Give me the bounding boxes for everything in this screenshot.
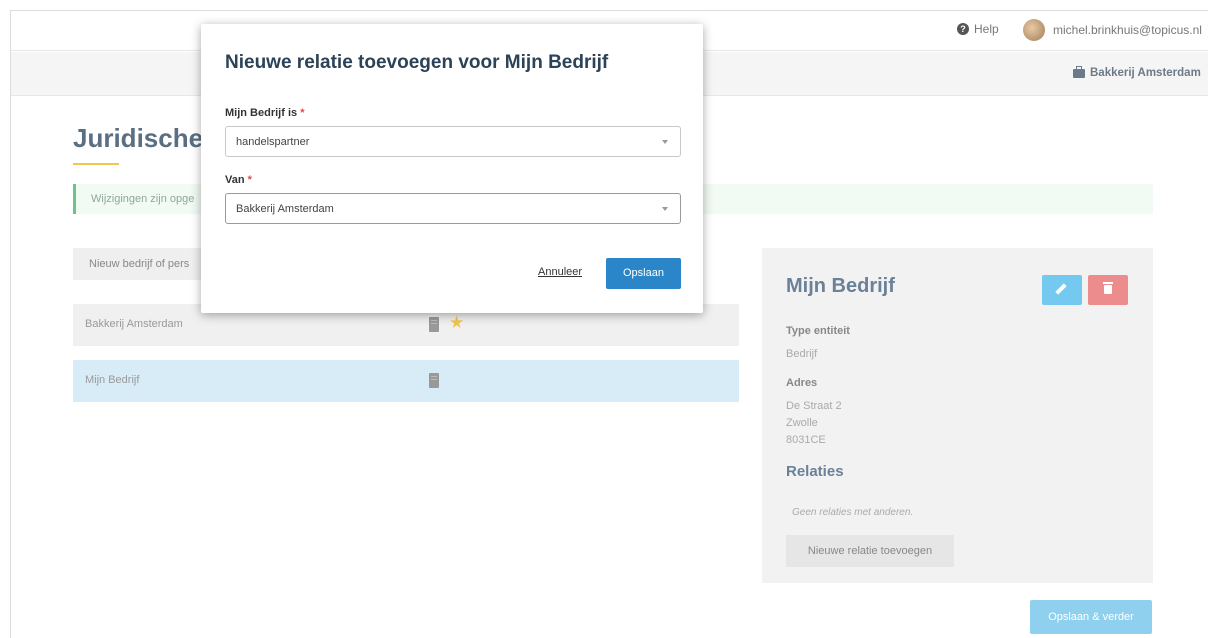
delete-button[interactable] (1088, 275, 1128, 305)
new-relation-button[interactable]: Nieuwe relatie toevoegen (786, 535, 954, 567)
cancel-link[interactable]: Annuleer (538, 266, 582, 278)
entity-name: Mijn Bedrijf (85, 374, 140, 386)
entity-row-mijn-bedrijf[interactable]: Mijn Bedrijf (73, 360, 739, 402)
from-entity-value: Bakkerij Amsterdam (236, 203, 334, 215)
entity-name: Bakkerij Amsterdam (85, 318, 183, 330)
building-icon (429, 373, 439, 388)
briefcase-icon (1073, 65, 1085, 78)
caret-down-icon (662, 140, 668, 144)
alert-text: Wijzigingen zijn opge (91, 193, 195, 205)
star-icon: ★ (449, 313, 465, 332)
save-and-continue-button[interactable]: Opslaan & verder (1030, 600, 1152, 634)
pencil-icon (1055, 283, 1067, 295)
help-link[interactable]: ? Help (957, 22, 999, 36)
address-street: De Straat 2 (786, 400, 842, 412)
edit-button[interactable] (1042, 275, 1082, 305)
title-underline (73, 163, 119, 165)
save-button[interactable]: Opslaan (606, 258, 681, 289)
type-label: Type entiteit (786, 325, 850, 337)
from-label: Van * (225, 174, 252, 186)
question-icon: ? (957, 23, 969, 35)
help-label: Help (974, 22, 999, 36)
user-menu[interactable]: michel.brinkhuis@topicus.nl (1023, 19, 1202, 41)
caret-down-icon (662, 207, 668, 211)
trash-icon (1103, 282, 1113, 294)
address-postcode: 8031CE (786, 434, 826, 446)
relations-empty-text: Geen relaties met anderen. (792, 507, 914, 518)
entity-detail-panel: Mijn Bedrijf Type entiteit Bedrijf Adres… (762, 248, 1153, 583)
detail-title: Mijn Bedrijf (786, 275, 895, 297)
required-mark: * (300, 107, 305, 119)
page-title: Juridische (73, 123, 204, 153)
relations-heading: Relaties (786, 463, 844, 480)
user-email: michel.brinkhuis@topicus.nl (1053, 23, 1202, 37)
save-and-continue-label: Opslaan & verder (1048, 611, 1134, 623)
new-entity-button-label: Nieuw bedrijf of pers (89, 258, 190, 270)
relation-type-select[interactable]: handelspartner (225, 126, 681, 157)
relation-type-label-text: Mijn Bedrijf is (225, 107, 298, 119)
address-city: Zwolle (786, 417, 818, 429)
new-relation-modal: Nieuwe relatie toevoegen voor Mijn Bedri… (201, 24, 703, 313)
avatar (1023, 19, 1045, 41)
building-icon (429, 317, 439, 332)
required-mark: * (247, 174, 252, 186)
save-button-label: Opslaan (623, 267, 664, 279)
relation-type-label: Mijn Bedrijf is * (225, 107, 304, 119)
from-entity-select[interactable]: Bakkerij Amsterdam (225, 193, 681, 224)
company-switcher[interactable]: Bakkerij Amsterdam (1073, 65, 1201, 79)
modal-title: Nieuwe relatie toevoegen voor Mijn Bedri… (225, 52, 609, 73)
address-label: Adres (786, 377, 818, 389)
company-switcher-label: Bakkerij Amsterdam (1090, 67, 1201, 79)
relation-type-value: handelspartner (236, 136, 310, 148)
from-label-text: Van (225, 174, 245, 186)
type-value: Bedrijf (786, 348, 818, 360)
new-relation-button-label: Nieuwe relatie toevoegen (807, 545, 933, 557)
